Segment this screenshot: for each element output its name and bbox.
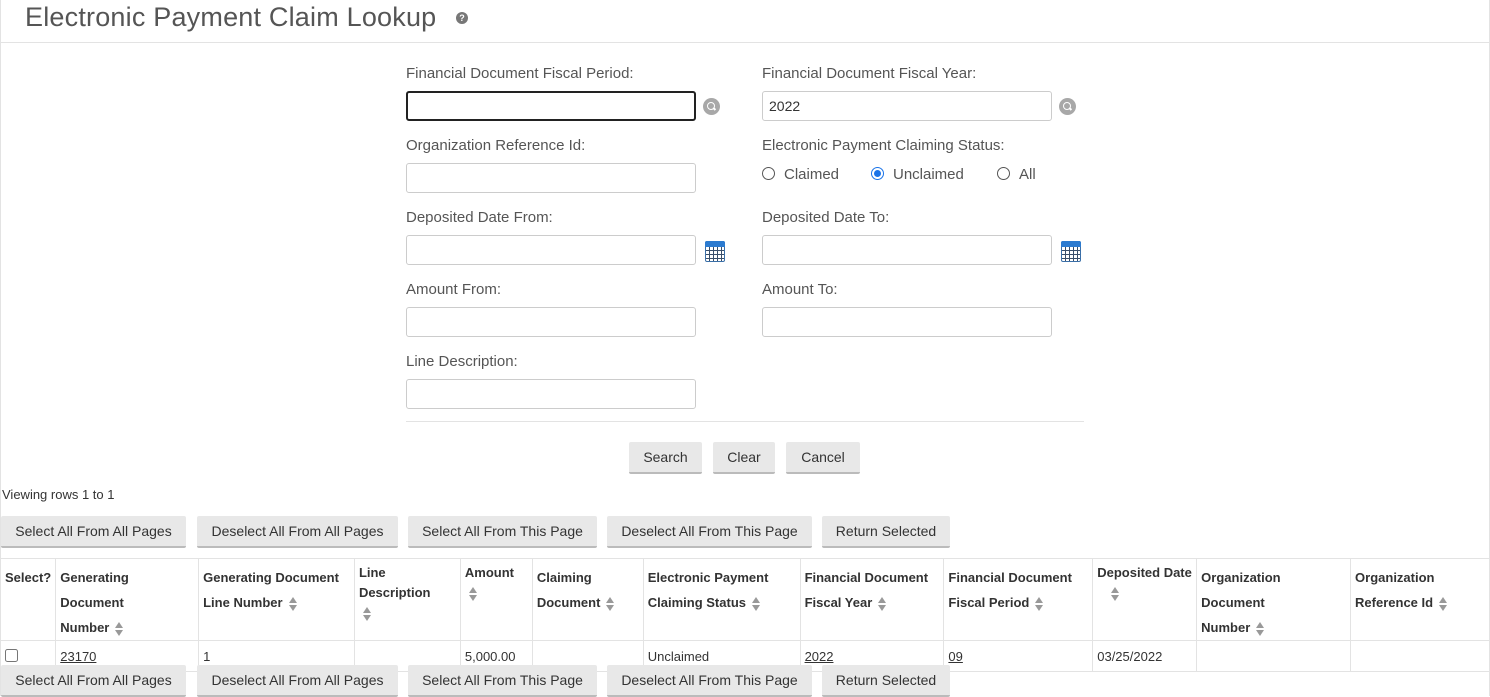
select-all-this-page-button-bottom[interactable]: Select All From This Page: [408, 665, 597, 697]
cell-deposited-date: 03/25/2022: [1092, 640, 1198, 672]
deposited-from-label: Deposited Date From:: [406, 209, 553, 226]
radio-all[interactable]: [997, 167, 1010, 180]
deselect-all-pages-button[interactable]: Deselect All From All Pages: [197, 516, 398, 548]
deselect-all-this-page-button[interactable]: Deselect All From This Page: [607, 516, 812, 548]
deselect-all-this-page-button-bottom[interactable]: Deselect All From This Page: [607, 665, 812, 697]
cell-org-doc-number: [1196, 640, 1352, 672]
sort-icon[interactable]: [1111, 586, 1120, 601]
fiscal-period-input[interactable]: [406, 91, 696, 121]
radio-unclaimed[interactable]: [871, 167, 884, 180]
select-all-pages-button[interactable]: Select All From All Pages: [1, 516, 186, 548]
sort-icon[interactable]: [288, 596, 297, 611]
fiscal-period-lookup-icon[interactable]: [703, 98, 720, 115]
fiscal-year-input[interactable]: [762, 91, 1052, 121]
sort-icon[interactable]: [878, 596, 887, 611]
amount-to-label: Amount To:: [762, 281, 838, 298]
clear-button[interactable]: Clear: [713, 442, 775, 474]
fiscal-period-label: Financial Document Fiscal Period:: [406, 65, 634, 82]
column-header-generating-doc-number[interactable]: Generating Document Number: [55, 558, 200, 641]
column-header-claiming-document[interactable]: Claiming Document: [531, 558, 644, 641]
sort-icon[interactable]: [752, 596, 760, 611]
org-ref-input[interactable]: [406, 163, 696, 193]
deposited-to-calendar-icon[interactable]: [1061, 241, 1081, 262]
column-header-amount[interactable]: Amount: [459, 558, 533, 641]
column-header-org-doc-number[interactable]: Organization Document Number: [1196, 558, 1352, 641]
form-divider: [406, 421, 1084, 422]
column-header-select: Select?: [0, 558, 57, 641]
column-header-fiscal-year[interactable]: Financial Document Fiscal Year: [799, 558, 945, 641]
row-select-checkbox[interactable]: [5, 649, 18, 662]
sort-icon[interactable]: [1439, 596, 1448, 611]
radio-claimed-label[interactable]: Claimed: [784, 166, 839, 183]
page-title: Electronic Payment Claim Lookup: [25, 2, 437, 32]
select-all-this-page-button[interactable]: Select All From This Page: [408, 516, 597, 548]
line-description-input[interactable]: [406, 379, 696, 409]
fiscal-year-lookup-icon[interactable]: [1059, 98, 1076, 115]
sort-icon[interactable]: [1035, 596, 1044, 611]
rows-info: Viewing rows 1 to 1: [2, 487, 115, 502]
deposited-from-input[interactable]: [406, 235, 696, 265]
search-button[interactable]: Search: [629, 442, 702, 474]
org-ref-label: Organization Reference Id:: [406, 137, 586, 154]
generating-doc-number-link[interactable]: 23170: [60, 649, 96, 664]
fiscal-period-link[interactable]: 09: [948, 649, 962, 664]
amount-from-label: Amount From:: [406, 281, 502, 298]
return-selected-button-bottom[interactable]: Return Selected: [822, 665, 950, 697]
cell-fiscal-period: 09: [943, 640, 1094, 672]
sort-icon[interactable]: [362, 606, 371, 621]
results-table: Select? Generating Document Number Genera…: [0, 558, 1490, 672]
column-header-line-description[interactable]: Line Description: [353, 558, 461, 641]
line-description-label: Line Description:: [406, 353, 518, 370]
column-header-claiming-status[interactable]: Electronic Payment Claiming Status: [642, 558, 801, 641]
sort-icon[interactable]: [115, 621, 124, 636]
deposited-to-input[interactable]: [762, 235, 1052, 265]
table-header-row: Select? Generating Document Number Genera…: [0, 558, 1490, 641]
help-icon[interactable]: ?: [456, 12, 468, 24]
sort-icon[interactable]: [468, 586, 477, 601]
select-all-pages-button-bottom[interactable]: Select All From All Pages: [1, 665, 186, 697]
claim-status-label: Electronic Payment Claiming Status:: [762, 137, 1005, 154]
sort-icon[interactable]: [606, 596, 615, 611]
column-header-org-ref-id[interactable]: Organization Reference Id: [1350, 558, 1490, 641]
header: Electronic Payment Claim Lookup ?: [0, 0, 1490, 43]
deselect-all-pages-button-bottom[interactable]: Deselect All From All Pages: [197, 665, 398, 697]
radio-all-label[interactable]: All: [1019, 166, 1036, 183]
deposited-from-calendar-icon[interactable]: [705, 241, 725, 262]
fiscal-year-link[interactable]: 2022: [805, 649, 834, 664]
deposited-to-label: Deposited Date To:: [762, 209, 890, 226]
column-header-fiscal-period[interactable]: Financial Document Fiscal Period: [943, 558, 1094, 641]
return-selected-button[interactable]: Return Selected: [822, 516, 950, 548]
amount-from-input[interactable]: [406, 307, 696, 337]
cell-org-ref-id: [1350, 640, 1490, 672]
column-header-deposited-date[interactable]: Deposited Date: [1092, 558, 1198, 641]
amount-to-input[interactable]: [762, 307, 1052, 337]
cancel-button[interactable]: Cancel: [786, 442, 860, 474]
sort-icon[interactable]: [1256, 621, 1265, 636]
radio-unclaimed-label[interactable]: Unclaimed: [893, 166, 964, 183]
radio-claimed[interactable]: [762, 167, 775, 180]
fiscal-year-label: Financial Document Fiscal Year:: [762, 65, 977, 82]
column-header-generating-doc-line[interactable]: Generating Document Line Number: [198, 558, 355, 641]
